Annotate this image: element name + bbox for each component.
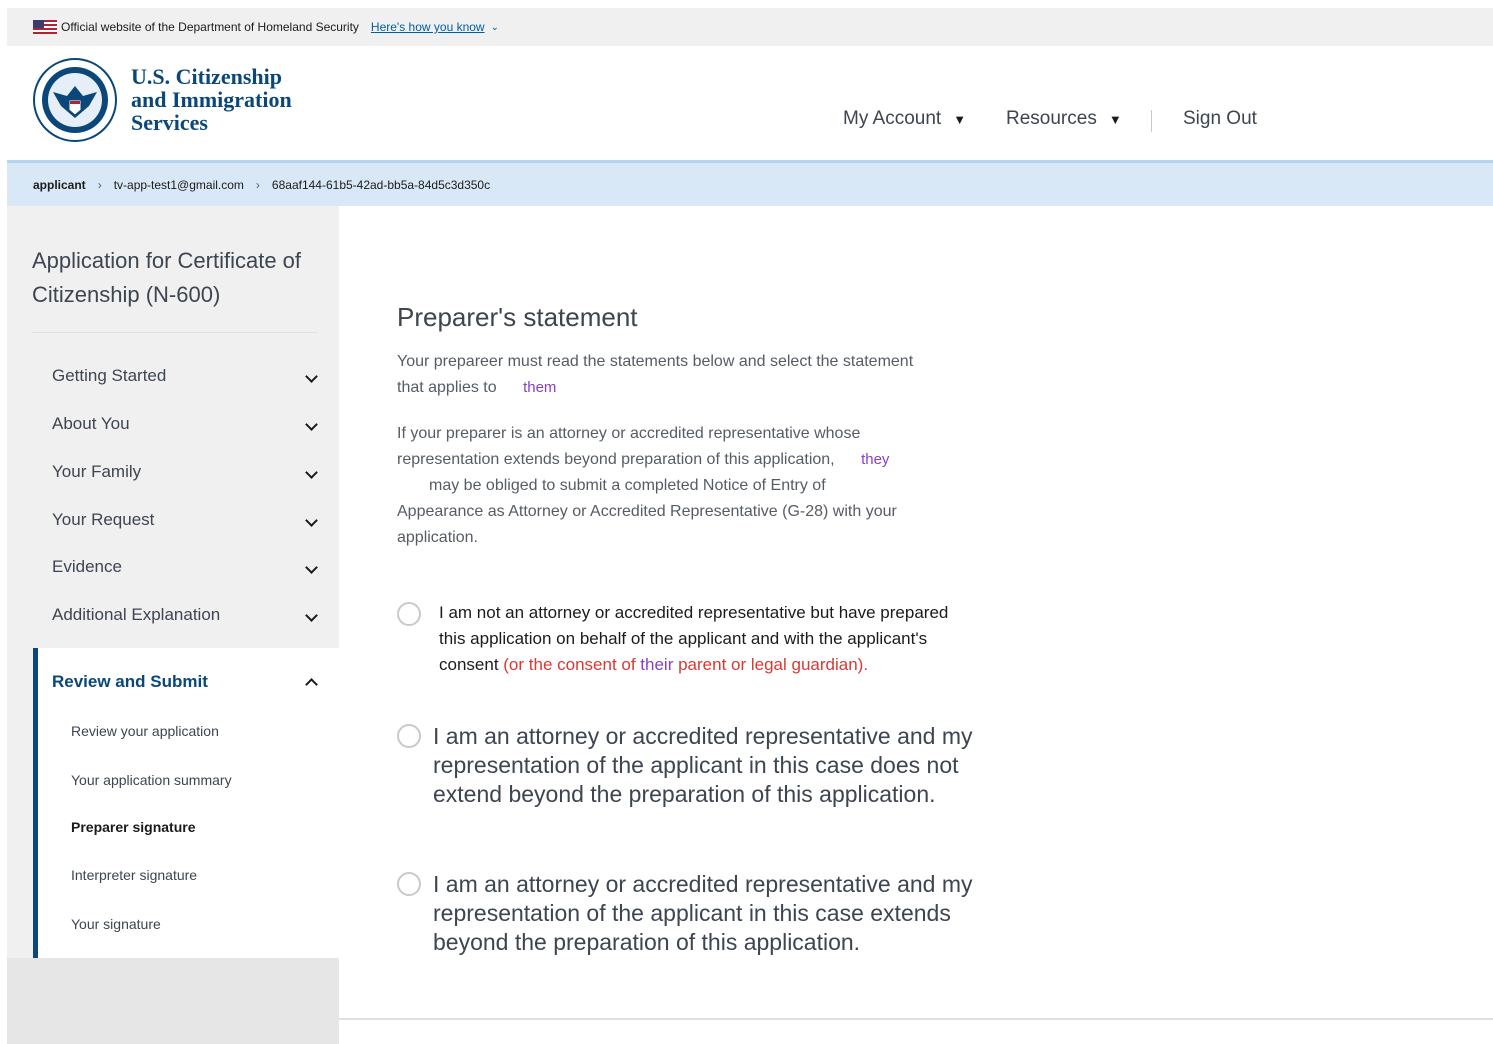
site-header: U.S. Citizenship and Immigration Service…	[7, 46, 1493, 160]
sidebar-subitem-interpreter-signature[interactable]: Interpreter signature	[71, 867, 197, 883]
chevron-down-icon	[305, 417, 318, 431]
heres-how-you-know-link[interactable]: Here's how you know	[371, 20, 485, 34]
chevron-down-icon	[305, 513, 318, 527]
chevron-down-icon	[305, 560, 318, 574]
sidebar-item-additional-explanation[interactable]: Additional Explanation	[52, 605, 322, 625]
sidebar-item-about-you[interactable]: About You	[52, 414, 322, 434]
caret-down-icon: ▼	[1108, 111, 1122, 127]
attorney-note-line-2: representation extends beyond preparatio…	[397, 447, 977, 473]
chevron-down-icon	[305, 608, 318, 622]
intro-paragraph: Your prepareer must read the statements …	[397, 349, 977, 401]
breadcrumb: applicant › tv-app-test1@gmail.com › 68a…	[7, 160, 1493, 206]
sidebar-item-label: Additional Explanation	[52, 605, 221, 624]
sidebar-item-label: Getting Started	[52, 366, 167, 385]
sidebar-item-label: Review and Submit	[52, 672, 208, 691]
radio-attorney-extends[interactable]	[397, 872, 421, 896]
option-text-red: (or the consent of	[503, 655, 641, 674]
sidebar-subitem-your-signature[interactable]: Your signature	[71, 916, 161, 932]
sidebar-nav: Application for Certificate of Citizensh…	[7, 206, 346, 1044]
dhs-seal-icon[interactable]	[33, 58, 117, 142]
sidebar-footer	[7, 958, 339, 1044]
sidebar-item-label: Your Family	[52, 462, 142, 481]
chevron-down-icon[interactable]: ⌄	[491, 22, 499, 33]
chevron-down-icon	[305, 465, 318, 479]
sidebar-subitem-preparer-signature[interactable]: Preparer signature	[71, 819, 196, 835]
intro-insert-them: them	[523, 379, 557, 396]
nav-resources-label: Resources	[1006, 108, 1097, 129]
sidebar-item-your-request[interactable]: Your Request	[52, 510, 322, 530]
breadcrumb-item-applicant[interactable]: applicant	[33, 178, 86, 192]
attorney-note-line-3: may be obliged to submit a completed Not…	[429, 477, 826, 494]
option-attorney-extends-label: I am an attorney or accredited represent…	[433, 871, 973, 955]
sidebar-active-section	[33, 648, 346, 958]
chevron-up-icon	[305, 678, 318, 691]
intro-line-2-text: that applies to	[397, 379, 497, 396]
sidebar-item-label: About You	[52, 414, 130, 433]
gov-banner: Official website of the Department of Ho…	[7, 8, 1493, 46]
sidebar-item-getting-started[interactable]: Getting Started	[52, 366, 322, 386]
chevron-down-icon	[305, 369, 318, 383]
attorney-note-line-2-text: representation extends beyond preparatio…	[397, 451, 835, 468]
sidebar-item-your-family[interactable]: Your Family	[52, 462, 322, 482]
footer-divider	[339, 1018, 1493, 1020]
attorney-note-line-5: application.	[397, 529, 478, 546]
sidebar-subitem-your-application-summary[interactable]: Your application summary	[71, 772, 232, 788]
sign-out-link[interactable]: Sign Out	[1183, 108, 1257, 130]
sidebar-item-label: Evidence	[52, 557, 122, 576]
us-flag-icon	[33, 20, 57, 34]
option-not-attorney-label: I am not an attorney or accredited repre…	[439, 600, 979, 678]
radio-attorney-not-extends[interactable]	[397, 724, 421, 748]
nav-my-account-label: My Account	[843, 108, 942, 129]
option-text-purple: their	[640, 655, 674, 674]
intro-line-1: Your prepareer must read the statements …	[397, 353, 914, 370]
breadcrumb-item-email[interactable]: tv-app-test1@gmail.com	[114, 178, 244, 192]
main-content: Preparer's statement Your prepareer must…	[339, 206, 1493, 1044]
sidebar-item-evidence[interactable]: Evidence	[52, 557, 322, 577]
sidebar-divider	[32, 332, 317, 333]
agency-name-line-2: and Immigration	[131, 87, 292, 112]
attorney-note-line-4: Appearance as Attorney or Accredited Rep…	[397, 503, 897, 520]
sidebar-subitem-review-your-application[interactable]: Review your application	[71, 723, 219, 739]
option-attorney-not-extends-label: I am an attorney or accredited represent…	[433, 723, 973, 807]
agency-name-line-1: U.S. Citizenship	[131, 64, 282, 89]
page-title: Preparer's statement	[397, 302, 638, 332]
breadcrumb-separator-icon: ›	[255, 177, 260, 192]
agency-name[interactable]: U.S. Citizenship and Immigration Service…	[131, 65, 292, 134]
nav-my-account[interactable]: My Account ▼	[843, 108, 966, 130]
breadcrumb-item-case-id: 68aaf144-61b5-42ad-bb5a-84d5c3d350c	[271, 177, 491, 192]
sidebar-item-label: Your Request	[52, 510, 155, 529]
sidebar-item-review-and-submit[interactable]: Review and Submit	[52, 672, 322, 692]
attorney-note-paragraph: If your preparer is an attorney or accre…	[397, 421, 977, 551]
attorney-note-insert-they: they	[861, 451, 890, 468]
attorney-note-line-1: If your preparer is an attorney or accre…	[397, 425, 861, 442]
radio-not-attorney[interactable]	[397, 602, 421, 626]
gov-banner-text: Official website of the Department of Ho…	[61, 20, 359, 34]
application-title: Application for Certificate of Citizensh…	[32, 248, 302, 307]
nav-resources[interactable]: Resources ▼	[1006, 108, 1122, 130]
nav-divider	[1151, 110, 1152, 132]
sign-out-label: Sign Out	[1183, 108, 1257, 129]
breadcrumb-separator-icon: ›	[97, 177, 102, 192]
agency-name-line-3: Services	[131, 110, 208, 135]
option-text-red-2: parent or legal guardian).	[673, 655, 869, 674]
intro-line-2: that applies to them	[397, 375, 977, 401]
caret-down-icon: ▼	[953, 111, 967, 127]
